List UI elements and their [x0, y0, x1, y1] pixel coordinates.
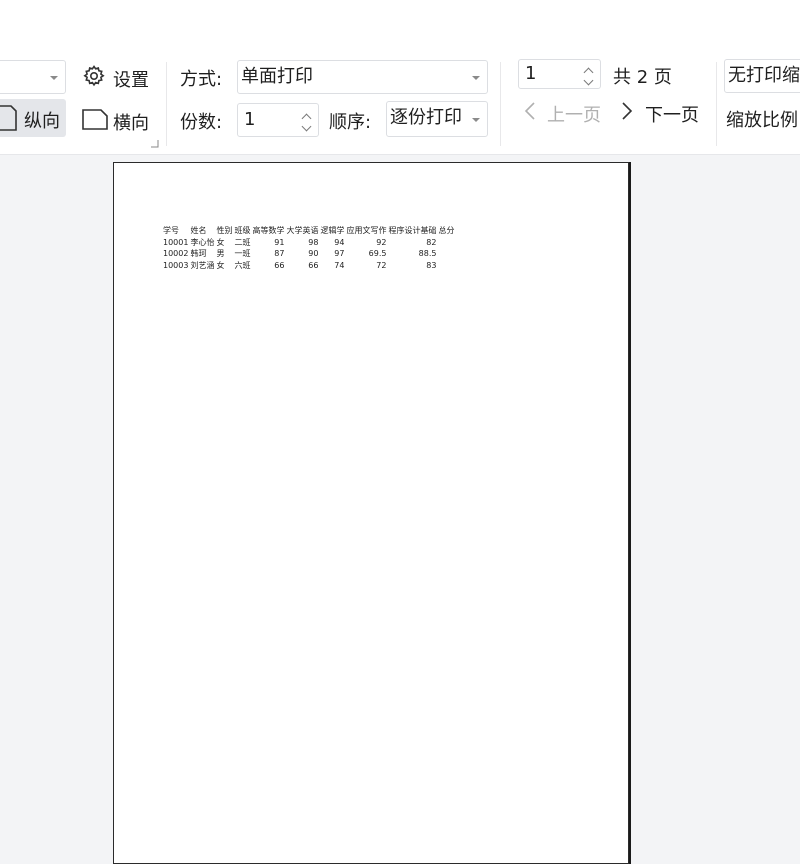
header-cell: 程序设计基础: [388, 226, 437, 235]
table-cell: 10001: [163, 237, 189, 247]
table-cell: 82: [426, 237, 437, 247]
table-cell: 87: [274, 249, 285, 258]
copies-stepper[interactable]: 1: [237, 103, 319, 137]
table-cell: 83: [426, 260, 437, 270]
landscape-button[interactable]: 横向: [82, 104, 156, 136]
header-cell: 学号: [163, 226, 179, 235]
table-cell: 刘艺涵: [190, 260, 215, 270]
page-number-input[interactable]: 1: [518, 59, 601, 89]
table-cell: 一班: [234, 249, 251, 258]
copies-label: 份数:: [180, 112, 223, 133]
mode-value: 单面打印: [241, 66, 313, 87]
table-cell: 72: [376, 260, 387, 270]
landscape-label: 横向: [113, 113, 149, 134]
table-cell: 二班: [234, 237, 251, 247]
order-select[interactable]: 逐份打印: [386, 101, 488, 137]
table-cell: 98: [308, 237, 319, 247]
header-cell: 班级: [234, 226, 251, 235]
separator: [500, 62, 501, 146]
stepper-down-icon[interactable]: [583, 75, 594, 86]
table-cell: 94: [334, 237, 345, 247]
table-cell: 66: [274, 260, 285, 270]
chevron-left-icon: [524, 102, 535, 120]
total-pages: 共 2 页: [613, 67, 672, 88]
gear-icon: [83, 65, 105, 87]
table-cell: 74: [334, 260, 345, 270]
portrait-page-icon: [0, 105, 17, 131]
scale-label: 缩放比例: [726, 110, 798, 131]
printer-select[interactable]: [0, 60, 66, 94]
table-row: 10003 刘艺涵女六班 66 66 74 72 83: [162, 260, 455, 272]
table-cell: 88.5: [418, 249, 437, 258]
scale-value: 无打印缩: [728, 65, 800, 86]
table-cell: 97: [334, 249, 345, 258]
table-row: 10001 李心怡女二班 91 98 94 92 82: [162, 237, 455, 249]
header-cell: 总分: [438, 226, 455, 235]
table-cell: [437, 237, 455, 249]
table-cell: 10002: [163, 249, 189, 258]
copies-value: 1: [244, 109, 256, 130]
next-page-label: 下一页: [645, 105, 699, 126]
preview-table: 学号 姓名 性别 班级 高等数学 大学英语 逻辑学 应用文写作 程序设计基础 总分 10001 李心怡…: [162, 225, 455, 271]
separator: [166, 62, 167, 146]
table-cell: 女: [216, 260, 225, 270]
header-cell: 姓名: [190, 226, 207, 235]
table-cell: 女: [216, 237, 225, 247]
header-cell: 大学英语: [286, 226, 319, 235]
separator: [716, 62, 717, 146]
table-cell: [437, 260, 455, 272]
landscape-page-icon: [82, 109, 108, 130]
title-area: [0, 0, 800, 54]
next-page-button[interactable]: 下一页: [620, 98, 706, 128]
order-label: 顺序:: [329, 112, 372, 133]
table-row: 10002 韩珂男一班 87 90 97 69.5 88.5: [162, 248, 455, 260]
chevron-right-icon: [622, 102, 633, 120]
table-cell: 六班: [234, 260, 251, 270]
table-cell: 韩珂: [190, 249, 207, 258]
mode-select[interactable]: 单面打印: [237, 60, 488, 94]
header-cell: 逻辑学: [320, 226, 345, 235]
portrait-label: 纵向: [24, 111, 60, 132]
table-cell: 男: [216, 249, 225, 258]
order-value: 逐份打印: [390, 107, 462, 128]
table-cell: 91: [274, 237, 285, 247]
dialog-launcher-icon[interactable]: [151, 140, 159, 148]
settings-label: 设置: [113, 70, 149, 91]
scale-select[interactable]: 无打印缩: [724, 59, 800, 93]
page-number-value: 1: [525, 63, 537, 84]
prev-page-label: 上一页: [547, 105, 601, 126]
header-cell: 高等数学: [252, 226, 285, 235]
table-cell: 10003: [163, 260, 189, 270]
print-preview-page: 学号 姓名 性别 班级 高等数学 大学英语 逻辑学 应用文写作 程序设计基础 总分 10001 李心怡…: [113, 162, 629, 864]
header-cell: 应用文写作: [346, 226, 387, 235]
stepper-down-icon[interactable]: [301, 121, 312, 132]
table-cell: [437, 248, 455, 260]
mode-label: 方式:: [180, 69, 223, 90]
header-cell: 性别: [216, 226, 233, 235]
table-cell: 92: [376, 237, 387, 247]
portrait-button[interactable]: 纵向: [0, 99, 66, 137]
settings-button[interactable]: 设置: [82, 62, 154, 92]
table-cell: 李心怡: [190, 237, 215, 247]
table-header-row: 学号 姓名 性别 班级 高等数学 大学英语 逻辑学 应用文写作 程序设计基础 总分: [162, 225, 455, 237]
table-cell: 69.5: [368, 249, 387, 258]
prev-page-button[interactable]: 上一页: [521, 98, 609, 128]
table-cell: 90: [308, 249, 319, 258]
table-cell: 66: [308, 260, 319, 270]
